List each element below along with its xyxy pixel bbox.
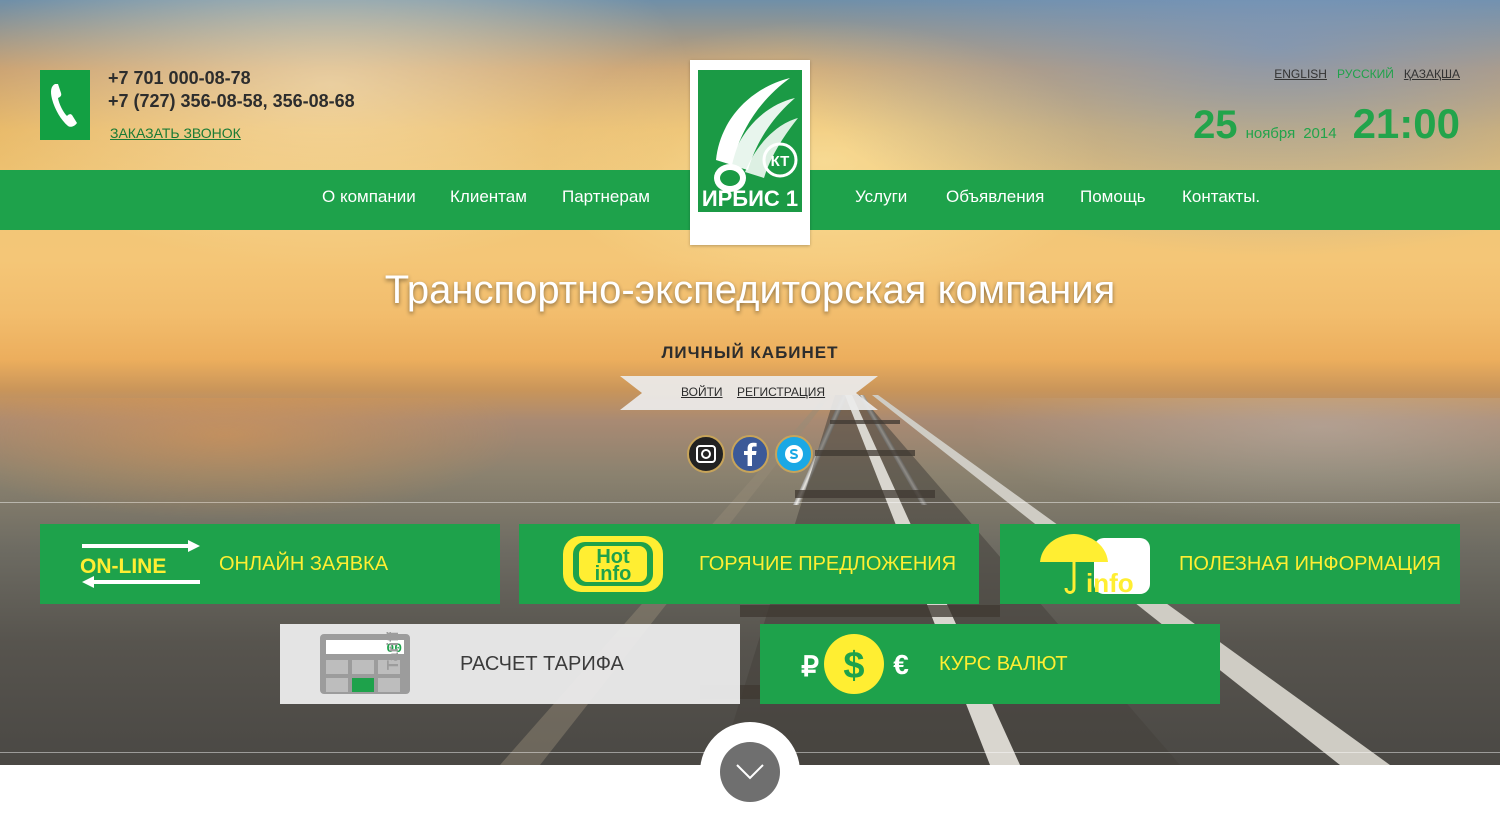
tile-hot-offers[interactable]: Hot info ГОРЯЧИЕ ПРЕДЛОЖЕНИЯ [519, 524, 979, 604]
online-icon-text: ON-LINE [80, 555, 166, 578]
nav-item-help[interactable]: Помощь [1080, 187, 1146, 207]
phone-icon [51, 84, 77, 127]
tile-tariff-calc[interactable]: 00 Tariff РАСЧЕТ ТАРИФА [280, 624, 740, 704]
logo-badge-text: КТ [771, 153, 790, 170]
phone-number-2: +7 (727) 356-08-58, 356-08-68 [108, 91, 355, 111]
umbrella-icon-text: info [1086, 568, 1134, 598]
umbrella-info-icon: info [1040, 534, 1150, 598]
order-callback-link[interactable]: ЗАКАЗАТЬ ЗВОНОК [110, 125, 241, 141]
tile-tariff-label: РАСЧЕТ ТАРИФА [460, 652, 624, 675]
instagram-icon [696, 445, 716, 463]
tile-hot-offers-label: ГОРЯЧИЕ ПРЕДЛОЖЕНИЯ [699, 552, 957, 575]
language-switcher: ENGLISH РУССКИЙ ҚАЗАҚША [1274, 67, 1460, 81]
tile-online-label: ОНЛАЙН ЗАЯВКА [219, 552, 389, 575]
date-day: 25 [1193, 103, 1238, 147]
calculator-icon: 00 Tariff [320, 632, 410, 694]
clock-time: 21:00 [1352, 100, 1460, 147]
scroll-down-button[interactable] [720, 742, 780, 802]
svg-text:₽: ₽ [801, 651, 819, 682]
svg-text:$: $ [843, 645, 864, 687]
instagram-button[interactable] [687, 435, 725, 473]
register-link[interactable]: РЕГИСТРАЦИЯ [737, 385, 825, 399]
phone-number-1: +7 701 000-08-78 [108, 68, 251, 88]
nav-item-clients[interactable]: Клиентам [450, 187, 527, 207]
date-time-display: 25 ноября 2014 21:00 [1193, 100, 1460, 148]
svg-text:€: € [893, 649, 909, 680]
nav-item-about[interactable]: О компании [322, 187, 416, 207]
lang-russian[interactable]: РУССКИЙ [1337, 67, 1394, 81]
facebook-button[interactable] [731, 435, 769, 473]
currency-icon: $ ₽ € [801, 634, 909, 694]
tile-useful-info-label: ПОЛЕЗНАЯ ИНФОРМАЦИЯ [1179, 552, 1441, 575]
tile-currency-rates[interactable]: $ ₽ € КУРС ВАЛЮТ [760, 624, 1220, 704]
hot-info-icon: Hot info [563, 536, 663, 592]
tile-useful-info[interactable]: info ПОЛЕЗНАЯ ИНФОРМАЦИЯ [1000, 524, 1460, 604]
nav-item-services[interactable]: Услуги [855, 187, 907, 207]
skype-icon [785, 445, 803, 463]
skype-button[interactable] [775, 435, 813, 473]
page-headline: Транспортно-экспедиторская компания [384, 268, 1116, 312]
date-year: 2014 [1303, 125, 1337, 142]
hot-icon-text-bottom: info [595, 563, 632, 585]
nav-item-contacts[interactable]: Контакты. [1182, 187, 1260, 207]
company-logo[interactable]: КТ ИРБИС 1 [690, 60, 810, 245]
personal-cabinet-title: ЛИЧНЫЙ КАБИНЕТ [661, 343, 839, 362]
online-arrows-icon: ON-LINE [80, 540, 200, 588]
lang-english[interactable]: ENGLISH [1274, 67, 1327, 81]
tile-currency-label: КУРС ВАЛЮТ [939, 652, 1068, 675]
logo-text: ИРБИС 1 [702, 186, 798, 211]
login-link[interactable]: ВОЙТИ [681, 385, 723, 399]
tariff-icon-text: Tariff [385, 632, 402, 670]
nav-item-announcements[interactable]: Объявления [946, 187, 1044, 207]
tile-online-request[interactable]: ON-LINE ОНЛАЙН ЗАЯВКА [40, 524, 500, 604]
phone-numbers: +7 701 000-08-78 +7 (727) 356-08-58, 356… [108, 67, 355, 113]
date-month: ноября [1245, 125, 1296, 142]
irbis-logo-icon: КТ ИРБИС 1 [698, 70, 802, 212]
phone-badge [40, 70, 90, 140]
chevron-down-icon [736, 764, 764, 780]
facebook-icon [744, 442, 757, 466]
nav-item-partners[interactable]: Партнерам [562, 187, 650, 207]
lang-kazakh[interactable]: ҚАЗАҚША [1404, 67, 1460, 81]
